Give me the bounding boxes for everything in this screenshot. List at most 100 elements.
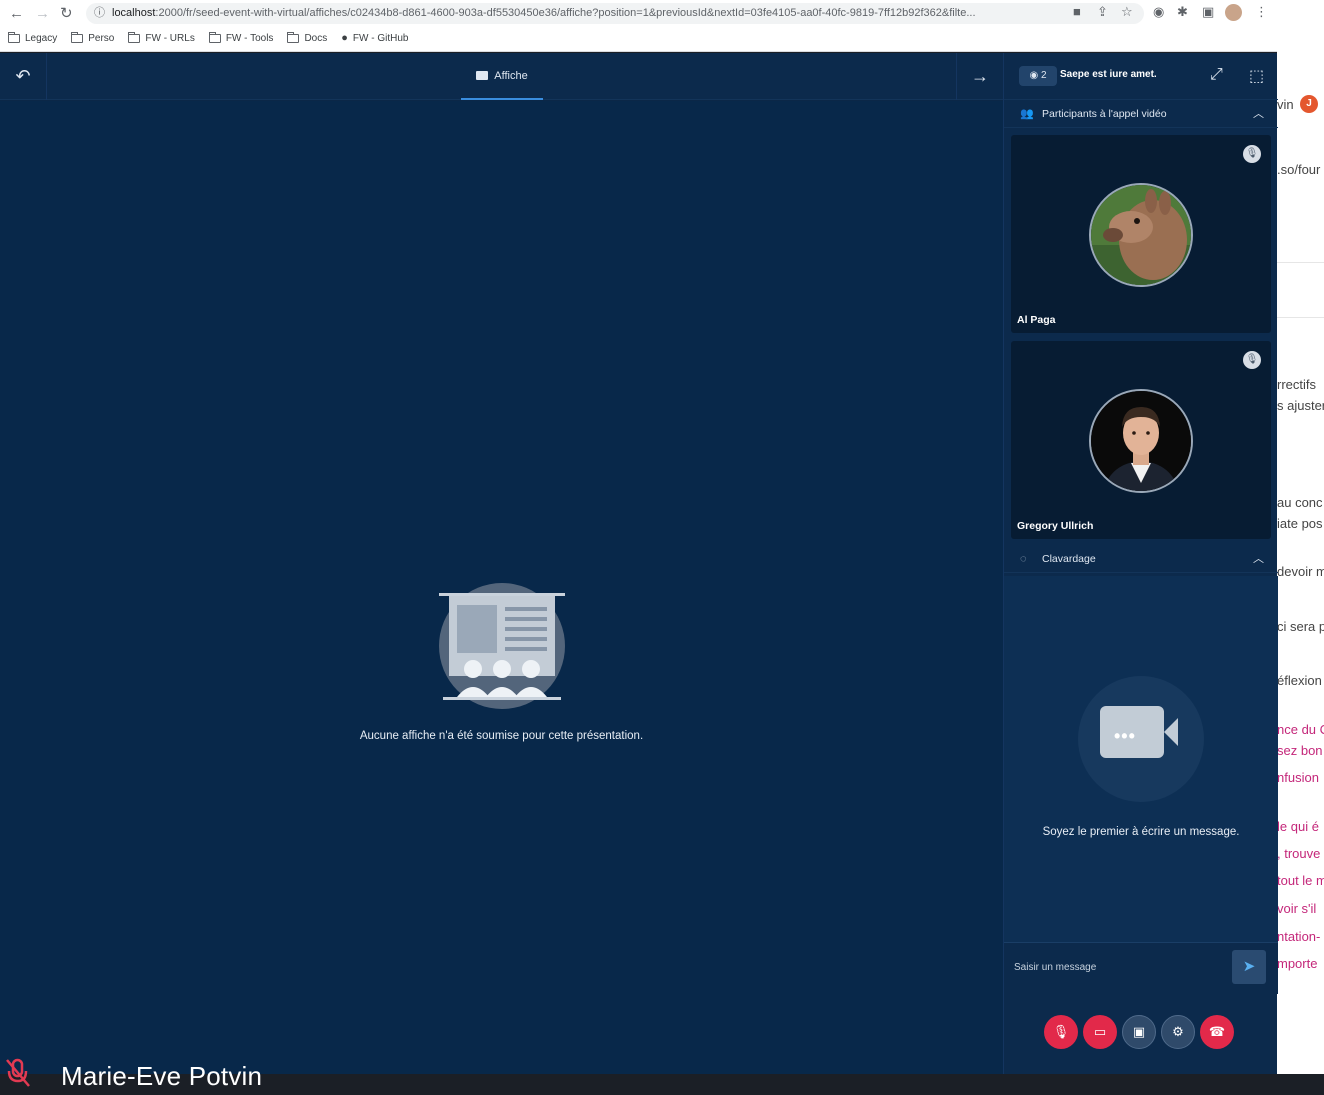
back-button[interactable]: ↶ xyxy=(0,53,47,100)
viewer-count-badge: ◉ 2 xyxy=(1019,66,1057,86)
avatar xyxy=(1089,183,1193,287)
avatar xyxy=(1089,389,1193,493)
tab-label: Affiche xyxy=(494,70,528,82)
share-screen-button[interactable]: ▣ xyxy=(1122,1015,1156,1049)
bookmark-fw-urls[interactable]: FW - URLs xyxy=(128,30,195,46)
video-chat-illustration: ••• xyxy=(1078,676,1204,802)
next-button[interactable]: → xyxy=(956,53,1003,100)
bookmark-label: FW - Tools xyxy=(225,32,274,44)
doc-line: sez bon xyxy=(1277,743,1323,758)
self-participant-name: Marie-Eve Potvin xyxy=(61,1061,263,1091)
user-badge: J xyxy=(1300,95,1318,113)
panel-header: ◉ 2 Saepe est iure amet. ⤢ ⬚ xyxy=(1004,53,1278,100)
participants-section-header[interactable]: 👥 Participants à l'appel vidéo ︿ xyxy=(1004,100,1278,128)
bookmark-docs[interactable]: Docs xyxy=(287,30,327,46)
people-icon: 👥 xyxy=(1020,108,1034,120)
profile-avatar[interactable] xyxy=(1225,4,1242,21)
doc-line: devoir m xyxy=(1277,564,1324,579)
star-icon[interactable]: ☆ xyxy=(1121,4,1133,20)
sidebar-icon[interactable]: ▣ xyxy=(1202,4,1214,20)
toggle-camera-button[interactable]: ▭ xyxy=(1083,1015,1117,1049)
url-host: localhost xyxy=(112,7,156,19)
expand-window-icon[interactable]: ⬚ xyxy=(1249,66,1264,86)
fullscreen-icon[interactable]: ⤢ xyxy=(1210,66,1223,84)
participant-name: Al Paga xyxy=(1017,314,1056,326)
room-title: Saepe est iure amet. xyxy=(1060,69,1157,80)
chat-title: Clavardage xyxy=(1042,553,1096,565)
doc-line: .so/four xyxy=(1277,162,1321,177)
participants-title: Participants à l'appel vidéo xyxy=(1042,108,1167,120)
camera-lens-shape xyxy=(1164,718,1178,746)
bookmark-perso[interactable]: Perso xyxy=(71,30,114,46)
background-document: vin J .so/four rrectifs s ajuster au con… xyxy=(1277,0,1324,1074)
doc-line: ntation- xyxy=(1277,929,1321,944)
settings-button[interactable]: ⚙ xyxy=(1161,1015,1195,1049)
dots-icon: ••• xyxy=(1114,726,1136,746)
chat-composer: ➤ xyxy=(1004,942,1278,994)
bookmark-label: Docs xyxy=(304,32,328,44)
address-bar[interactable]: ⓘ localhost:2000/fr/seed-event-with-virt… xyxy=(86,3,1144,24)
arrow-right-icon: → xyxy=(971,66,989,86)
bookmark-fw-tools[interactable]: FW - Tools xyxy=(208,30,274,46)
mic-off-icon: 🎙 xyxy=(1243,351,1261,369)
undo-arrow-icon: ↶ xyxy=(15,66,31,86)
bookmark-label: Legacy xyxy=(25,32,58,44)
message-input[interactable] xyxy=(1014,955,1228,979)
folder-icon xyxy=(208,31,221,43)
call-controls: 🎙 ▭ ▣ ⚙ ☎ xyxy=(1044,1015,1234,1051)
stage-topbar: ↶ Affiche → xyxy=(0,53,1003,100)
doc-line: nfusion xyxy=(1277,770,1319,785)
menu-icon[interactable]: ⋮ xyxy=(1255,4,1268,20)
extension-icon[interactable]: ◉ xyxy=(1153,4,1164,20)
mic-off-icon: 🎙 xyxy=(1052,1024,1070,1039)
muted-mic-icon xyxy=(4,1057,34,1091)
bookmark-fw-github[interactable]: ● FW - GitHub xyxy=(341,30,408,46)
doc-line: , trouve xyxy=(1277,846,1321,861)
divider xyxy=(1277,317,1324,318)
url-path: :2000/fr/seed-event-with-virtual/affiche… xyxy=(155,7,976,19)
doc-line: au conc xyxy=(1277,495,1323,510)
folder-icon xyxy=(71,31,84,43)
folder-icon xyxy=(8,31,20,43)
doc-line: éflexion xyxy=(1277,673,1322,688)
doc-line: vin xyxy=(1277,97,1294,112)
side-panel: ◉ 2 Saepe est iure amet. ⤢ ⬚ 👥 Participa… xyxy=(1003,53,1278,1074)
chevron-up-icon: ︿ xyxy=(1253,553,1264,565)
poster-stage: Aucune affiche n'a été soumise pour cett… xyxy=(0,101,1003,1091)
tab-affiche[interactable]: Affiche xyxy=(461,53,543,100)
screen-share-icon: ▣ xyxy=(1132,1024,1146,1039)
reload-icon[interactable]: ↻ xyxy=(60,5,73,23)
send-icon: ➤ xyxy=(1242,958,1256,975)
folder-icon xyxy=(128,31,141,43)
puzzle-icon[interactable]: ✱ xyxy=(1177,4,1188,20)
virtual-event-app: ↶ Affiche → Aucune affiche n'a été soumi… xyxy=(0,53,1278,1091)
chevron-up-icon: ︿ xyxy=(1253,108,1264,120)
participant-tile: 🎙 Gregory Ullrich xyxy=(1011,341,1271,539)
no-poster-message: Aucune affiche n'a été soumise pour cett… xyxy=(359,730,644,742)
doc-line: tout le m xyxy=(1277,873,1324,888)
participant-name: Gregory Ullrich xyxy=(1017,520,1094,532)
camera-icon[interactable]: ■ xyxy=(1073,4,1081,19)
github-icon: ● xyxy=(341,32,348,44)
share-icon[interactable]: ⇪ xyxy=(1097,4,1108,20)
doc-line: rrectifs xyxy=(1277,377,1316,392)
bookmark-legacy[interactable]: Legacy xyxy=(8,30,57,46)
bookmark-label: FW - URLs xyxy=(145,32,195,44)
bookmarks-bar: Legacy Perso FW - URLs FW - Tools Docs ●… xyxy=(8,30,408,46)
toggle-mic-button[interactable]: 🎙 xyxy=(1044,1015,1078,1049)
forward-arrow-icon[interactable]: → xyxy=(35,5,50,23)
send-button[interactable]: ➤ xyxy=(1232,950,1266,984)
poster-icon xyxy=(476,71,489,80)
empty-poster-illustration xyxy=(439,583,565,709)
doc-line: iate pos xyxy=(1277,516,1323,531)
browser-chrome: ← → ↻ ⓘ localhost:2000/fr/seed-event-wit… xyxy=(0,0,1277,52)
participant-tile: 🎙 Al Paga xyxy=(1011,135,1271,333)
viewer-count: 2 xyxy=(1040,70,1047,81)
doc-line: nce du C xyxy=(1277,722,1324,737)
back-arrow-icon[interactable]: ← xyxy=(9,5,24,23)
chat-section-header[interactable]: ◌ Clavardage ︿ xyxy=(1004,545,1278,573)
alpaca-photo xyxy=(1091,185,1191,285)
site-info-icon[interactable]: ⓘ xyxy=(94,3,105,24)
hang-up-icon: ☎ xyxy=(1208,1024,1226,1039)
leave-call-button[interactable]: ☎ xyxy=(1200,1015,1234,1049)
